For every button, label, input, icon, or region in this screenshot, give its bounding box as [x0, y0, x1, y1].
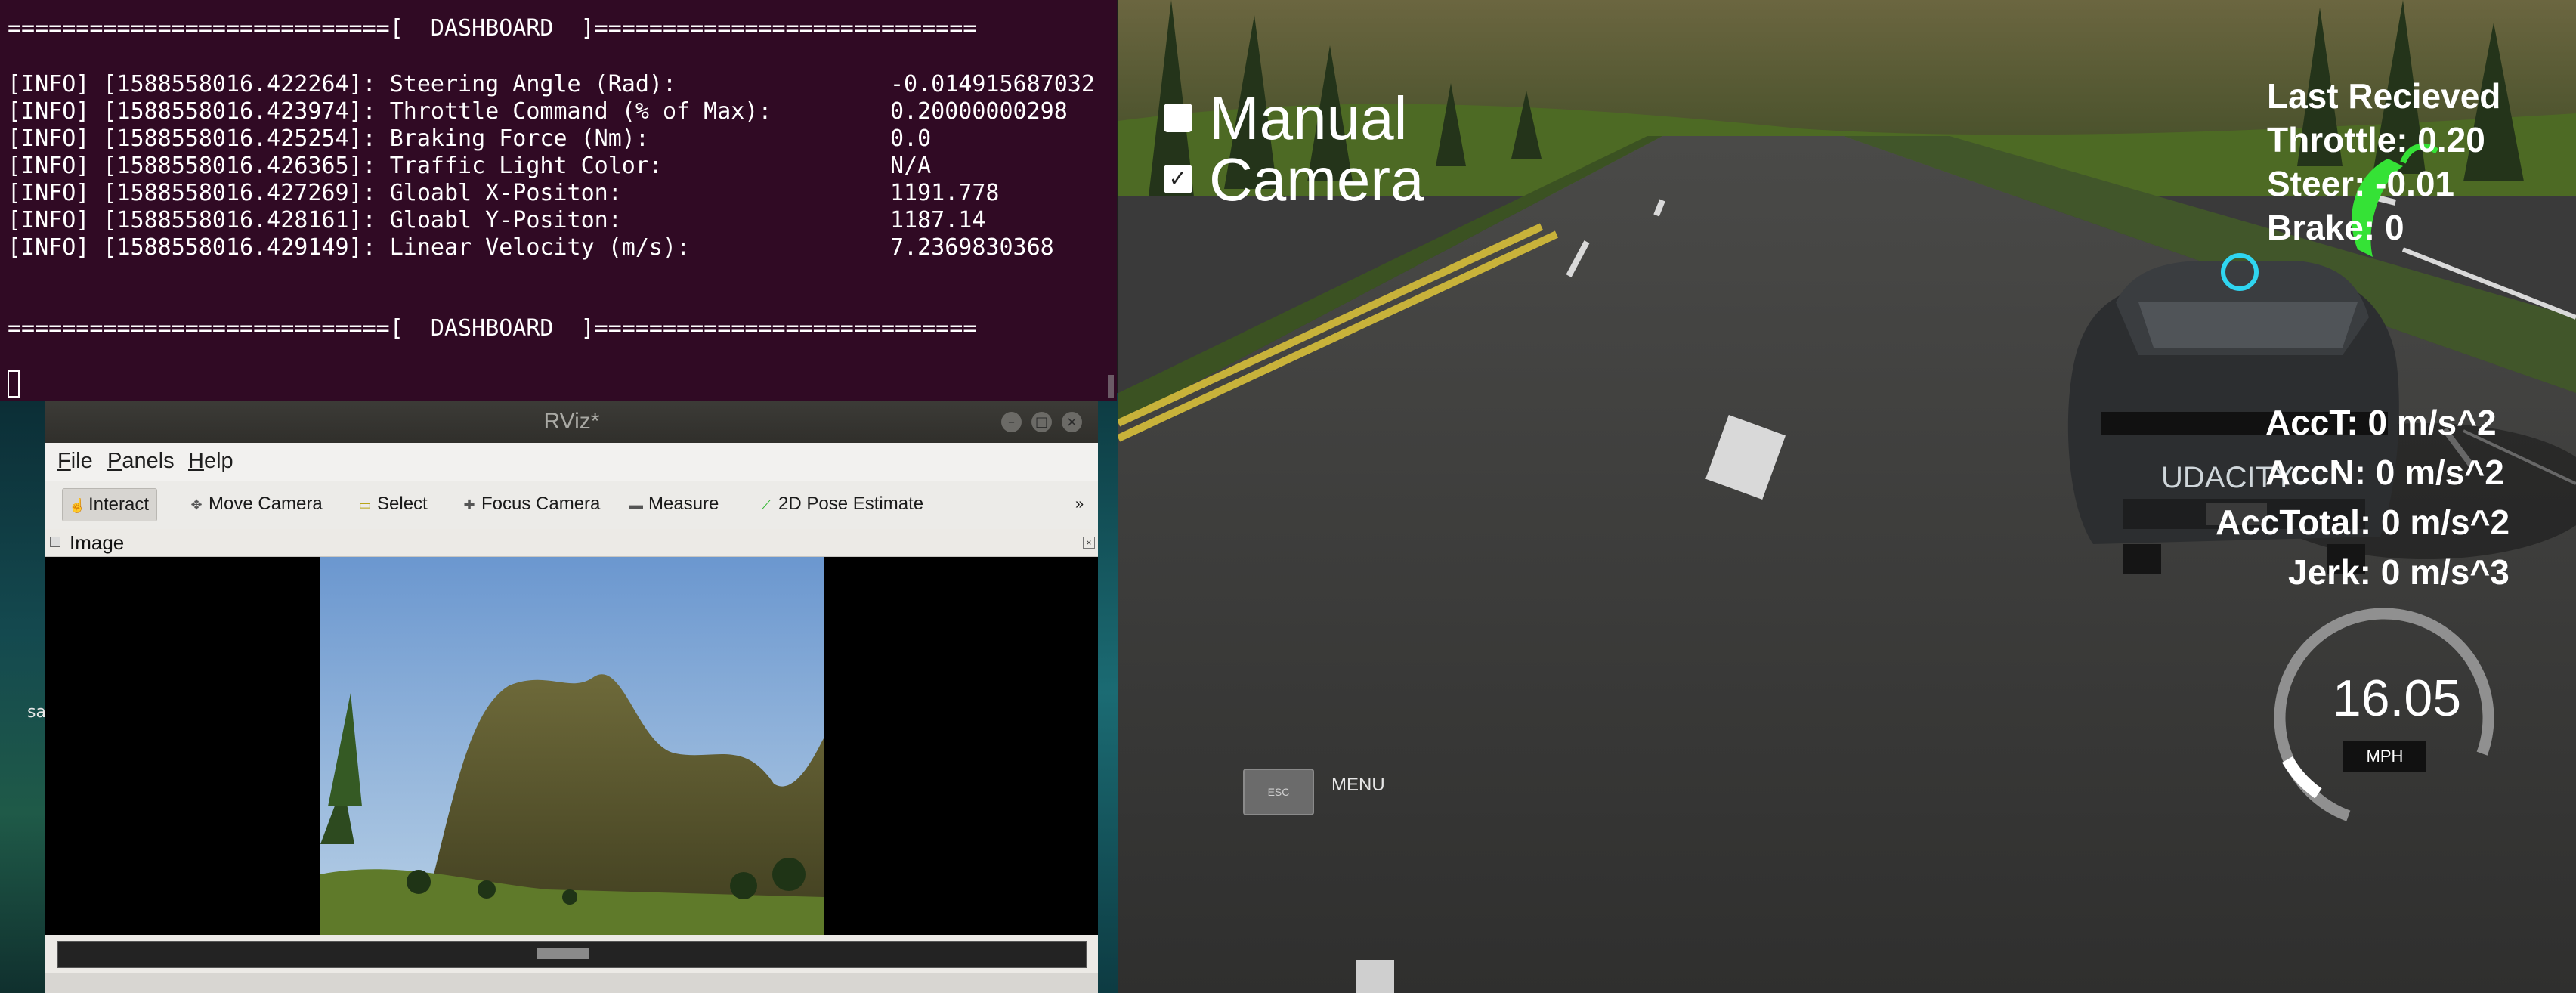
log-line-braking: [INFO] [1588558016.425254]: Braking Forc… [8, 125, 649, 152]
simulator-window[interactable]: UDACITY Manual ✓ Camera Last Recieved Th… [1118, 0, 2576, 993]
menu-help-label: elp [203, 449, 233, 473]
tool-interact-label: Interact [88, 494, 150, 515]
hand-pointer-icon: ☝ [69, 498, 86, 513]
menu-panels-mnemonic: P [107, 449, 122, 473]
rviz-menubar: File Panels Help [45, 443, 1098, 481]
time-panel-header [45, 973, 1098, 993]
image-scroll-area [45, 935, 1098, 973]
log-value-x-position: 1191.778 [890, 180, 1000, 206]
close-icon[interactable]: × [1062, 412, 1082, 432]
camera-scene [320, 557, 824, 935]
tool-measure[interactable]: ▬ Measure [623, 488, 726, 520]
log-value-throttle: 0.20000000298 [890, 98, 1068, 125]
speed-unit-badge: MPH [2343, 741, 2426, 772]
camera-image [320, 557, 824, 935]
terminal-cursor [8, 370, 20, 398]
hud-steer: Steer: -0.01 [2267, 164, 2455, 203]
menu-panels-label: anels [122, 449, 175, 473]
panel-close-icon[interactable]: × [1083, 537, 1095, 549]
dashboard-banner-top: ============================[ DASHBOARD … [8, 15, 977, 42]
hud-throttle: Throttle: 0.20 [2267, 120, 2485, 159]
tool-focus-camera-label: Focus Camera [481, 493, 601, 514]
log-line-traffic-light: [INFO] [1588558016.426365]: Traffic Ligh… [8, 153, 663, 179]
log-value-traffic-light: N/A [890, 153, 932, 179]
log-line-y-position: [INFO] [1588558016.428161]: Gloabl Y-Pos… [8, 207, 622, 234]
manual-checkbox[interactable] [1164, 104, 1192, 132]
hud-acc-t: AccT: 0 m/s^2 [2265, 403, 2497, 442]
log-line-throttle: [INFO] [1588558016.423974]: Throttle Com… [8, 98, 772, 125]
desktop-background-strip [1097, 393, 1118, 993]
tool-measure-label: Measure [648, 493, 719, 514]
log-value-steering: -0.014915687032 [890, 71, 1095, 97]
image-panel-header[interactable]: Image × [45, 529, 1098, 557]
hud-jerk: Jerk: 0 m/s^3 [2288, 552, 2510, 592]
focus-camera-icon: ✚ [463, 497, 475, 512]
menu-file-label: ile [70, 449, 93, 473]
desktop-icon-label[interactable]: sa [27, 703, 46, 722]
dashboard-banner-bottom: ============================[ DASHBOARD … [8, 315, 977, 342]
minimize-icon[interactable]: – [1001, 412, 1022, 432]
scrollbar-thumb[interactable] [537, 948, 589, 959]
tool-interact[interactable]: ☝ Interact [62, 488, 158, 521]
tool-select[interactable]: ▭ Select [351, 488, 435, 520]
menu-panels[interactable]: Panels [107, 449, 175, 474]
speed-readout: 16.05 [2332, 670, 2462, 727]
menu-help-mnemonic: H [188, 449, 204, 473]
pose-arrow-icon: ⟋ [761, 497, 772, 512]
terminal-window[interactable]: ============================[ DASHBOARD … [0, 0, 1117, 401]
menu-label[interactable]: MENU [1331, 775, 1385, 796]
image-panel-view[interactable] [45, 557, 1098, 935]
tool-2d-pose-estimate-label: 2D Pose Estimate [778, 493, 924, 514]
manual-checkbox-label: Manual [1209, 85, 1408, 152]
maximize-icon[interactable]: □ [1031, 412, 1052, 432]
toolbar-overflow-icon[interactable]: » [1069, 488, 1091, 520]
log-value-y-position: 1187.14 [890, 207, 986, 234]
hud-brake: Brake: 0 [2267, 208, 2404, 247]
terminal-scrollbar[interactable] [1108, 375, 1114, 398]
desktop-background [0, 393, 47, 993]
tool-focus-camera[interactable]: ✚ Focus Camera [456, 488, 608, 520]
rviz-window[interactable]: RViz* – □ × File Panels Help ☝ Interact ✥… [45, 401, 1098, 993]
panel-float-icon[interactable] [50, 537, 60, 547]
rviz-toolbar: ☝ Interact ✥ Move Camera ▭ Select ✚ Focus Ca… [45, 481, 1098, 530]
tool-2d-pose-estimate[interactable]: ⟋ 2D Pose Estimate [753, 488, 931, 520]
tool-select-label: Select [377, 493, 428, 514]
ruler-icon: ▬ [629, 497, 643, 512]
menu-help[interactable]: Help [188, 449, 233, 474]
menu-file-mnemonic: F [57, 449, 71, 473]
menu-file[interactable]: File [57, 449, 93, 474]
hud-last-received: Last Recieved [2267, 76, 2501, 116]
hud-acc-n: AccN: 0 m/s^2 [2265, 453, 2504, 492]
log-line-x-position: [INFO] [1588558016.427269]: Gloabl X-Pos… [8, 180, 622, 206]
log-value-braking: 0.0 [890, 125, 932, 152]
tool-move-camera[interactable]: ✥ Move Camera [183, 488, 330, 520]
log-line-velocity: [INFO] [1588558016.429149]: Linear Veloc… [8, 234, 691, 261]
esc-button[interactable]: ESC [1243, 769, 1314, 815]
image-panel-title: Image [70, 531, 125, 554]
select-box-icon: ▭ [358, 497, 372, 512]
tool-move-camera-label: Move Camera [209, 493, 323, 514]
camera-checkbox[interactable]: ✓ [1164, 165, 1192, 193]
log-value-velocity: 7.2369830368 [890, 234, 1054, 261]
rviz-window-title: RViz* [543, 409, 600, 434]
move-camera-icon: ✥ [190, 497, 203, 512]
camera-checkbox-label: Camera [1209, 146, 1424, 213]
hud-acc-total: AccTotal: 0 m/s^2 [2216, 503, 2510, 542]
log-line-steering: [INFO] [1588558016.422264]: Steering Ang… [8, 71, 677, 97]
